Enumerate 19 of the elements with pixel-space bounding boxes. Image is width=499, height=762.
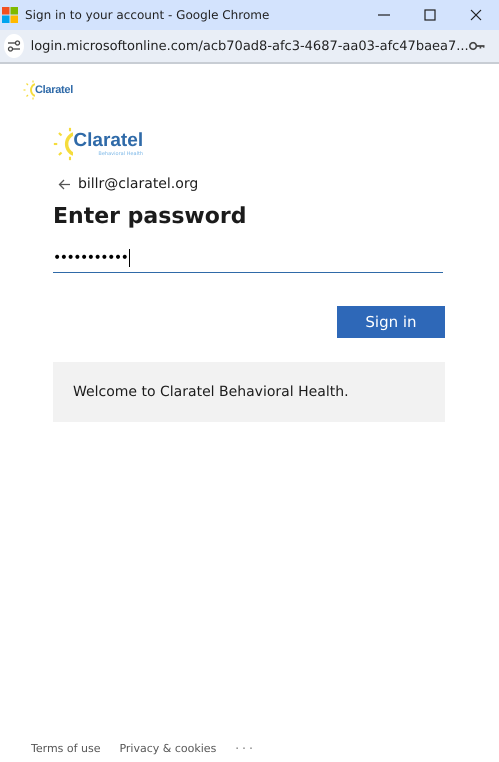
site-settings-icon[interactable] <box>6 40 21 52</box>
header-logo-text: Claratel <box>35 84 73 96</box>
sign-in-button[interactable]: Sign in <box>337 306 445 338</box>
maximize-icon[interactable] <box>422 7 438 23</box>
footer-link[interactable]: Terms of use <box>31 742 100 755</box>
password-field[interactable]: ••••••••••• <box>53 243 443 273</box>
logo-text: Claratel <box>73 131 144 151</box>
close-icon[interactable] <box>468 7 484 23</box>
account-email: billr@claratel.org <box>78 176 198 192</box>
windows-logo-icon <box>2 7 18 23</box>
sun-logo-icon <box>53 127 74 161</box>
key-icon[interactable] <box>468 41 485 51</box>
window-title: Sign in to your account - Google Chrome <box>25 8 270 22</box>
more-options-button[interactable]: · · · <box>235 742 253 755</box>
footer-link[interactable]: Privacy & cookies <box>119 742 216 755</box>
heading: Enter password <box>53 204 248 229</box>
back-arrow-icon[interactable] <box>58 178 71 190</box>
welcome-message: Welcome to Claratel Behavioral Health. <box>53 362 445 422</box>
sun-logo-icon <box>23 80 35 100</box>
